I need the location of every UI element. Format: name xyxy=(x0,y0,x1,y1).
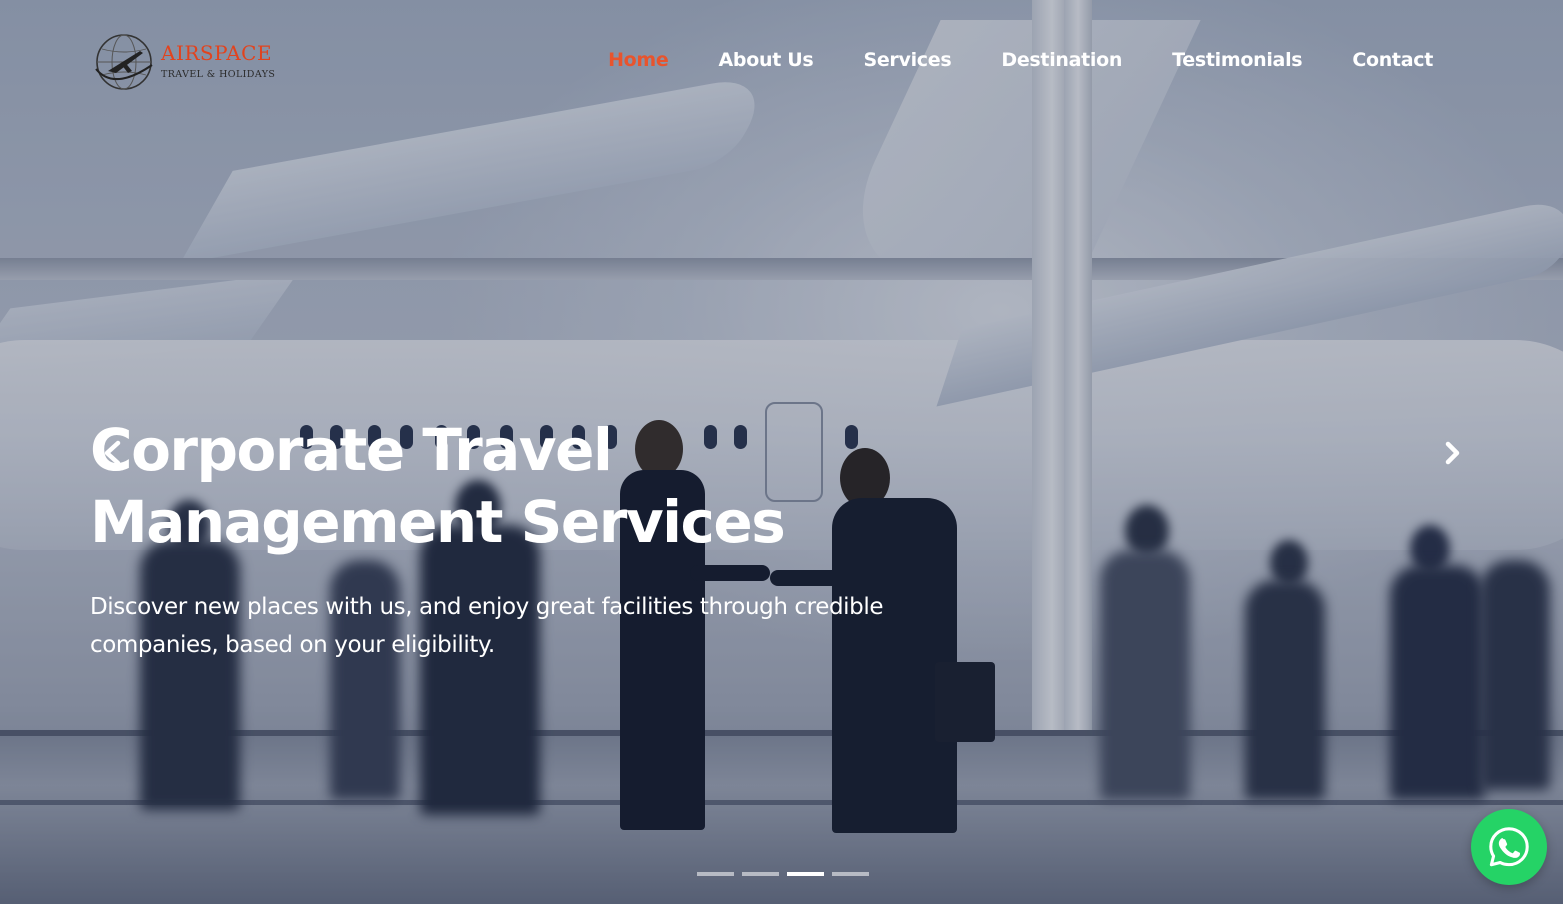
nav-item-home[interactable]: Home xyxy=(608,49,669,71)
logo-name: AIRSPACE xyxy=(161,41,273,65)
hero-headline: Corporate Travel Management Services xyxy=(90,414,990,558)
chevron-right-icon xyxy=(1445,441,1460,465)
globe-plane-icon xyxy=(95,34,153,90)
hero-headline-line-2: Management Services xyxy=(90,488,786,556)
carousel-indicator-active[interactable] xyxy=(787,872,824,876)
logo-tagline: TRAVEL & HOLIDAYS xyxy=(161,69,276,80)
hero-headline-line-1: Corporate Travel xyxy=(90,416,613,484)
main-nav: Home About Us Services Destination Testi… xyxy=(608,49,1433,71)
chevron-left-icon xyxy=(104,440,121,466)
carousel-indicator[interactable] xyxy=(697,872,734,876)
carousel-indicator[interactable] xyxy=(832,872,869,876)
carousel-indicators xyxy=(697,872,869,876)
carousel-indicator[interactable] xyxy=(742,872,779,876)
nav-item-destination[interactable]: Destination xyxy=(1001,49,1122,71)
whatsapp-button[interactable] xyxy=(1471,809,1547,885)
hero-subtext: Discover new places with us, and enjoy g… xyxy=(90,594,884,658)
site-logo[interactable]: AIRSPACE TRAVEL & HOLIDAYS xyxy=(94,31,276,93)
carousel-next-button[interactable] xyxy=(1436,436,1470,470)
nav-item-testimonials[interactable]: Testimonials xyxy=(1172,49,1302,71)
site-header: AIRSPACE TRAVEL & HOLIDAYS Home About Us… xyxy=(0,0,1563,120)
whatsapp-icon xyxy=(1489,827,1529,867)
nav-item-contact[interactable]: Contact xyxy=(1352,49,1433,71)
nav-item-about-us[interactable]: About Us xyxy=(719,49,814,71)
carousel-prev-button[interactable] xyxy=(96,436,130,470)
nav-item-services[interactable]: Services xyxy=(863,49,951,71)
